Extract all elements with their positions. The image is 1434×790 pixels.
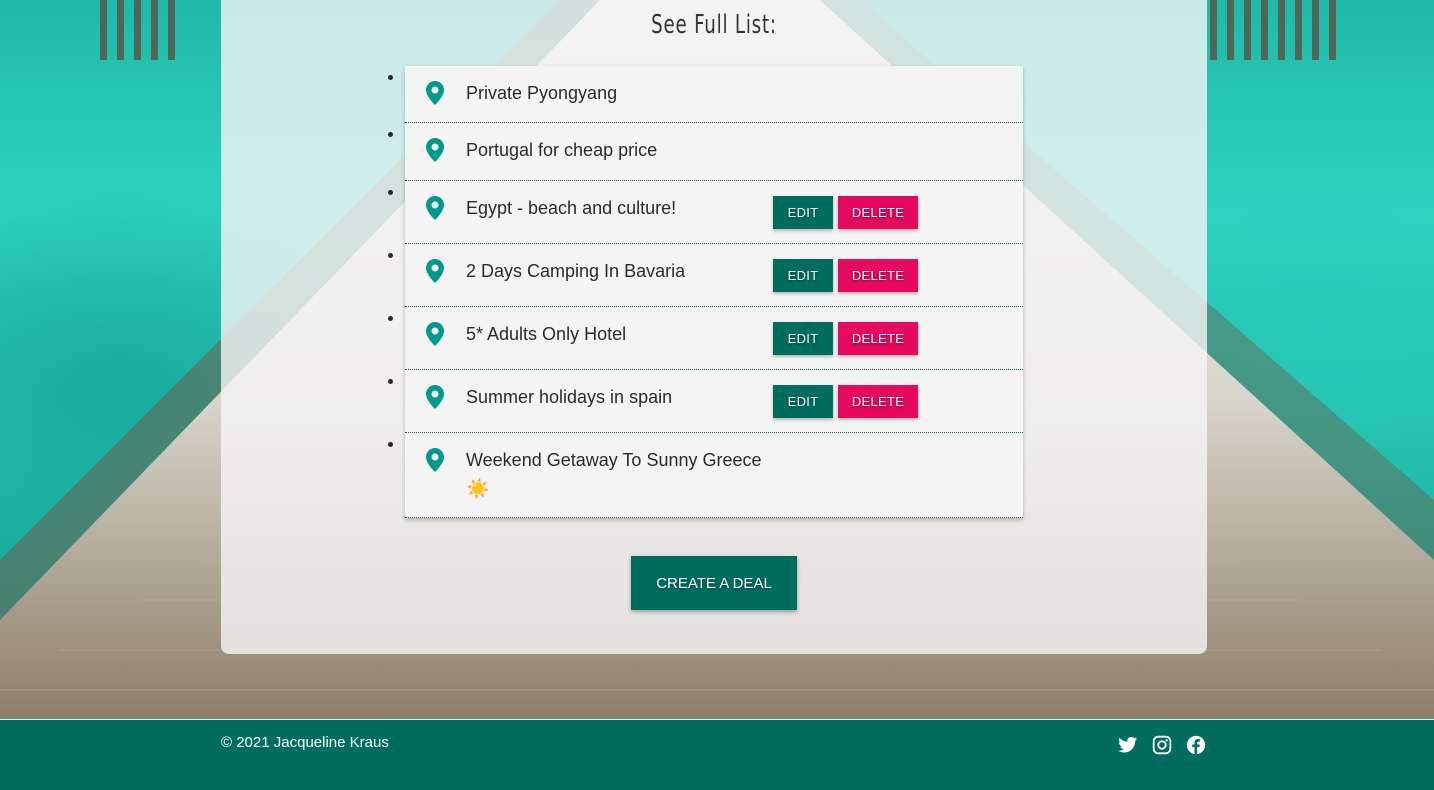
- deal-title: 5* Adults Only Hotel: [466, 324, 627, 344]
- map-marker-icon: [426, 385, 444, 409]
- deal-title: 2 Days Camping In Bavaria: [466, 261, 686, 281]
- map-marker-icon: [426, 322, 444, 346]
- deal-title: Weekend Getaway To Sunny Greece: [466, 450, 762, 470]
- delete-deal-button[interactable]: Delete: [838, 196, 918, 229]
- delete-deal-button[interactable]: Delete: [838, 322, 918, 355]
- instagram-icon[interactable]: [1152, 735, 1172, 755]
- create-deal-button[interactable]: Create a deal: [631, 556, 797, 610]
- social-links: [1118, 735, 1206, 755]
- deal-title: Private Pyongyang: [466, 83, 618, 103]
- deal-list-item[interactable]: 5* Adults Only Hotel EditDelete: [405, 307, 1023, 370]
- deal-title: Summer holidays in spain: [466, 387, 673, 407]
- deal-title: Portugal for cheap price: [466, 140, 658, 160]
- delete-deal-button[interactable]: Delete: [838, 385, 918, 418]
- sun-emoji-icon: ☀️: [466, 479, 490, 500]
- facebook-icon[interactable]: [1186, 735, 1206, 755]
- map-marker-icon: [426, 259, 444, 283]
- deals-list: Private Pyongyang Portugal for cheap pric…: [405, 66, 1023, 518]
- deal-list-item[interactable]: Egypt - beach and culture! EditDelete: [405, 181, 1023, 244]
- copyright-text: © 2021 Jacqueline Kraus: [221, 734, 389, 751]
- deal-list-item[interactable]: Weekend Getaway To Sunny Greece ☀️: [405, 433, 1023, 518]
- map-marker-icon: [426, 81, 444, 105]
- twitter-icon[interactable]: [1118, 735, 1138, 755]
- map-marker-icon: [426, 138, 444, 162]
- deal-title: Egypt - beach and culture!: [466, 198, 677, 218]
- deal-list-item[interactable]: 2 Days Camping In Bavaria EditDelete: [405, 244, 1023, 307]
- deal-list-item[interactable]: Portugal for cheap price: [405, 123, 1023, 181]
- delete-deal-button[interactable]: Delete: [838, 259, 918, 292]
- deal-list-item[interactable]: Summer holidays in spain EditDelete: [405, 370, 1023, 433]
- footer: © 2021 Jacqueline Kraus: [0, 719, 1434, 790]
- map-marker-icon: [426, 448, 444, 472]
- edit-deal-button[interactable]: Edit: [773, 196, 833, 229]
- edit-deal-button[interactable]: Edit: [773, 259, 833, 292]
- edit-deal-button[interactable]: Edit: [773, 385, 833, 418]
- page-title: See Full List:: [651, 10, 777, 40]
- edit-deal-button[interactable]: Edit: [773, 322, 833, 355]
- deal-list-item[interactable]: Private Pyongyang: [405, 66, 1023, 123]
- map-marker-icon: [426, 196, 444, 220]
